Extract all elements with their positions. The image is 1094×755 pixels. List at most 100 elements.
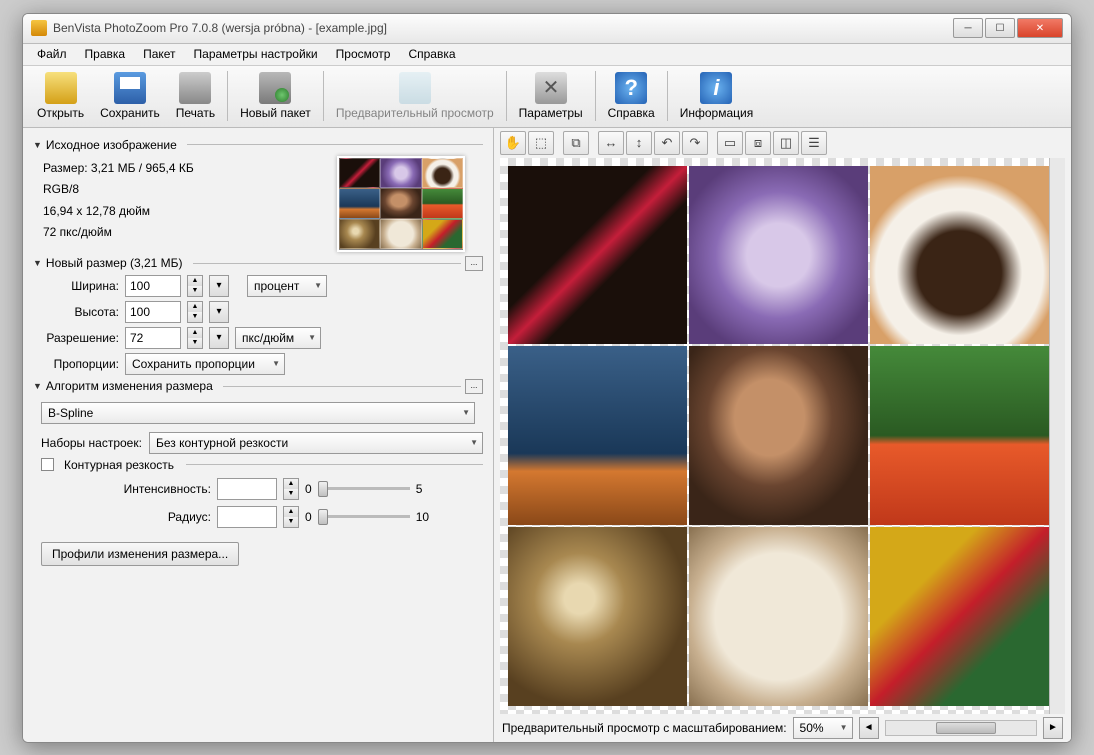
menu-help[interactable]: Справка [400,45,463,63]
photo-tile [870,346,1049,525]
height-spinner[interactable]: ▲▼ [187,301,203,323]
params-icon [535,72,567,104]
window-title: BenVista PhotoZoom Pro 7.0.8 (wersja pró… [53,21,953,35]
app-window: BenVista PhotoZoom Pro 7.0.8 (wersja pró… [22,13,1072,743]
resolution-spinner[interactable]: ▲▼ [187,327,203,349]
radius-slider[interactable] [318,515,410,518]
view-split-h-button[interactable]: ⧈ [745,131,771,155]
resolution-unit-dropdown[interactable]: пкс/дюйм [235,327,321,349]
open-button[interactable]: Открыть [29,70,92,122]
new-batch-button[interactable]: Новый пакет [232,70,319,122]
rotate-cw-button[interactable]: ↷ [682,131,708,155]
newsize-options-button[interactable]: ... [465,256,483,271]
preview-button[interactable]: Предварительный просмотр [328,70,502,122]
collapse-icon: ▼ [33,140,42,150]
photo-tile [870,527,1049,706]
aspect-label: Пропорции: [41,357,119,371]
view-stack-button[interactable]: ☰ [801,131,827,155]
flip-h-button[interactable]: ↔ [598,131,624,155]
intensity-slider[interactable] [318,487,410,490]
minimize-button[interactable]: ─ [953,18,983,38]
resize-profiles-button[interactable]: Профили изменения размера... [41,542,239,566]
print-button[interactable]: Печать [168,70,223,122]
size-unit-dropdown[interactable]: процент [247,275,327,297]
menu-file[interactable]: Файл [29,45,75,63]
thumbnail[interactable] [337,156,465,252]
view-single-button[interactable]: ▭ [717,131,743,155]
select-tool-button[interactable]: ⬚ [528,131,554,155]
collapse-icon: ▼ [33,381,42,391]
menubar: Файл Правка Пакет Параметры настройки Пр… [23,44,1071,66]
height-input[interactable] [125,301,181,323]
resolution-link-button[interactable]: ▾ [209,327,229,349]
unsharp-label: Контурная резкость [64,458,174,472]
maximize-button[interactable]: ☐ [985,18,1015,38]
vertical-scrollbar[interactable] [1049,158,1065,714]
unsharp-checkbox[interactable] [41,458,54,471]
horizontal-scrollbar[interactable] [885,720,1037,736]
app-icon [31,20,47,36]
height-label: Высота: [41,305,119,319]
radius-label: Радиус: [41,510,211,524]
info-button[interactable]: iИнформация [672,70,761,122]
width-input[interactable] [125,275,181,297]
width-spinner[interactable]: ▲▼ [187,275,203,297]
print-icon [179,72,211,104]
aspect-dropdown[interactable]: Сохранить пропорции [125,353,285,375]
help-icon: ? [615,72,647,104]
scroll-right-button[interactable]: ► [1043,717,1063,739]
zoom-dropdown[interactable]: 50% [793,717,853,739]
photo-tile [689,346,868,525]
photo-tile [508,346,687,525]
menu-settings[interactable]: Параметры настройки [186,45,326,63]
menu-view[interactable]: Просмотр [328,45,399,63]
params-button[interactable]: Параметры [511,70,591,122]
batch-icon [259,72,291,104]
menu-batch[interactable]: Пакет [135,45,183,63]
radius-input[interactable] [217,506,277,528]
width-link-button[interactable]: ▾ [209,275,229,297]
preview-panel: ✋ ⬚ ⧉ ↔ ↕ ↶ ↷ ▭ ⧈ ◫ ☰ [493,128,1071,742]
zoom-label: Предварительный просмотр с масштабирован… [502,721,787,735]
photo-tile [870,166,1049,345]
crop-tool-button[interactable]: ⧉ [563,131,589,155]
preview-canvas[interactable] [500,158,1065,714]
save-icon [114,72,146,104]
resolution-input[interactable] [125,327,181,349]
menu-edit[interactable]: Правка [77,45,134,63]
photo-tile [689,527,868,706]
intensity-input[interactable] [217,478,277,500]
photo-tile [689,166,868,345]
preview-icon [399,72,431,104]
help-button[interactable]: ?Справка [600,70,663,122]
intensity-label: Интенсивность: [41,482,211,496]
rotate-ccw-button[interactable]: ↶ [654,131,680,155]
flip-v-button[interactable]: ↕ [626,131,652,155]
open-icon [45,72,77,104]
close-button[interactable]: ✕ [1017,18,1063,38]
view-toolbar: ✋ ⬚ ⧉ ↔ ↕ ↶ ↷ ▭ ⧈ ◫ ☰ [494,128,1071,158]
save-button[interactable]: Сохранить [92,70,168,122]
collapse-icon: ▼ [33,258,42,268]
radius-spinner[interactable]: ▲▼ [283,506,299,528]
algo-options-button[interactable]: ... [465,379,483,394]
source-section-header[interactable]: ▼ Исходное изображение [33,138,483,152]
settings-panel: ▼ Исходное изображение Размер: 3,21 МБ /… [23,128,493,742]
scroll-left-button[interactable]: ◄ [859,717,879,739]
info-icon: i [700,72,732,104]
main-toolbar: Открыть Сохранить Печать Новый пакет Пре… [23,66,1071,128]
intensity-spinner[interactable]: ▲▼ [283,478,299,500]
algo-section-header[interactable]: ▼ Алгоритм изменения размера ... [33,379,483,394]
view-split-v-button[interactable]: ◫ [773,131,799,155]
hand-tool-button[interactable]: ✋ [500,131,526,155]
width-label: Ширина: [41,279,119,293]
method-dropdown[interactable]: B-Spline [41,402,475,424]
newsize-section-header[interactable]: ▼ Новый размер (3,21 МБ) ... [33,256,483,271]
presets-label: Наборы настроек: [33,436,143,450]
resolution-label: Разрешение: [41,331,119,345]
presets-dropdown[interactable]: Без контурной резкости [149,432,483,454]
titlebar[interactable]: BenVista PhotoZoom Pro 7.0.8 (wersja pró… [23,14,1071,44]
photo-tile [508,527,687,706]
photo-tile [508,166,687,345]
height-link-button[interactable]: ▾ [209,301,229,323]
